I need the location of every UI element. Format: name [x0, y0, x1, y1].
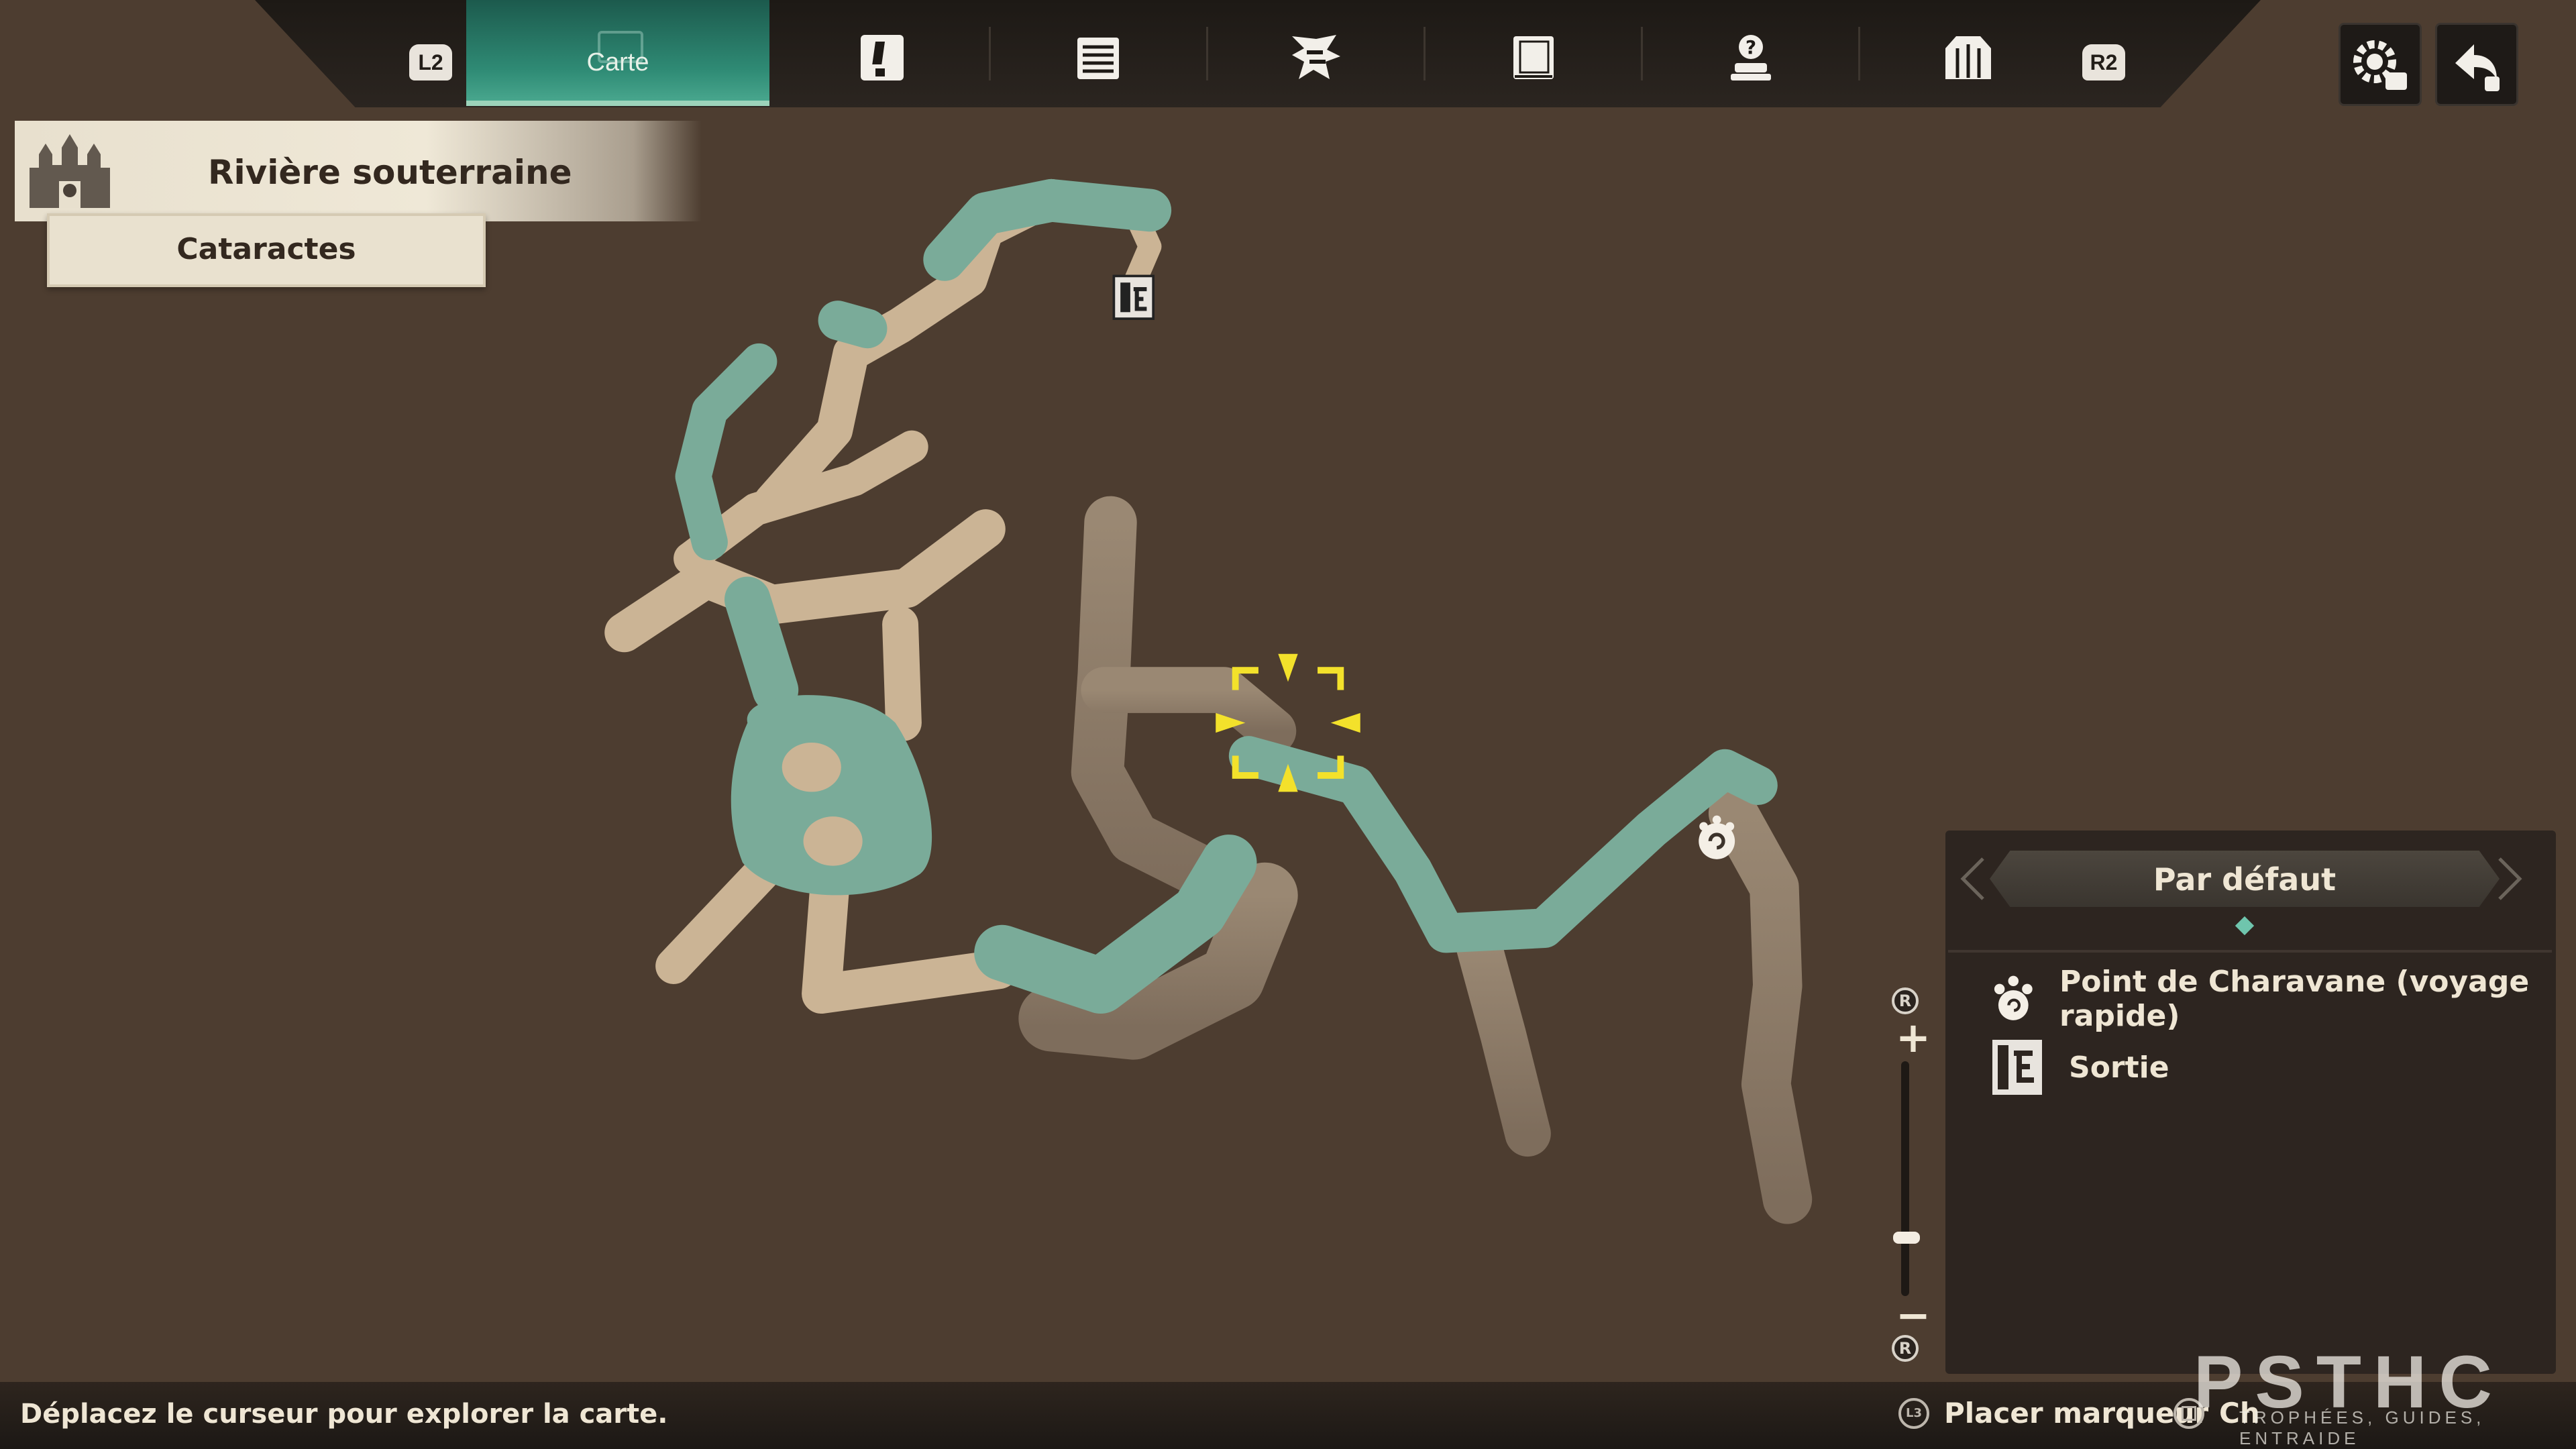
legend-item-label: Sortie	[2069, 1050, 2169, 1085]
exit-icon[interactable]	[1112, 274, 1155, 320]
tab-journal[interactable]	[1507, 31, 1560, 85]
monster-field-guide-icon	[1292, 35, 1340, 79]
r2-button[interactable]: R2	[2082, 44, 2125, 80]
l3-button-icon: L3	[1898, 1397, 1929, 1429]
tab-divider	[989, 27, 991, 80]
tab-divider	[1206, 27, 1208, 80]
zoom-slider-handle[interactable]	[1893, 1231, 1920, 1244]
zoom-out-stick-button[interactable]: R	[1892, 1335, 1919, 1362]
legend-item[interactable]: Sortie	[1986, 1037, 2169, 1097]
hint-icon: ?	[1731, 35, 1771, 80]
svg-text:?: ?	[1746, 36, 1756, 58]
legend-panel	[1945, 830, 2556, 1374]
return-icon	[2455, 44, 2500, 91]
tab-equipment[interactable]	[1941, 31, 1995, 85]
tab-monster-guide[interactable]	[1289, 31, 1343, 85]
notebook-icon	[1077, 38, 1119, 79]
legend-item-label: Point de Charavane (voyage rapide)	[2059, 965, 2530, 1033]
tab-divider	[1641, 27, 1643, 80]
quest-icon	[861, 35, 904, 80]
region-name: Rivière souterraine	[208, 153, 572, 192]
settings-icon	[2353, 40, 2407, 90]
tab-hint[interactable]: ?	[1724, 31, 1778, 85]
filter-prev-icon[interactable]	[1959, 856, 1986, 902]
journal-icon	[1513, 36, 1554, 79]
tab-quest[interactable]	[855, 31, 909, 85]
map-rock-island	[782, 742, 841, 792]
settings-button[interactable]	[2339, 23, 2422, 106]
zoom-in-stick-button[interactable]: R	[1892, 987, 1919, 1014]
tab-divider	[1858, 27, 1860, 80]
watermark-tagline: TROPHÉES, GUIDES, ENTRAIDE	[2239, 1407, 2485, 1448]
place-marker-action[interactable]: L3 Placer marqueur	[1898, 1397, 2208, 1430]
legend-item[interactable]: Point de Charavane (voyage rapide)	[1986, 965, 2576, 1033]
area-plate: Cataractes	[47, 213, 486, 287]
legend-divider	[1948, 950, 2552, 953]
l2-button[interactable]: L2	[409, 44, 452, 80]
explore-hint: Déplacez le curseur pour explorer la car…	[20, 1399, 668, 1430]
legend-filter-label: Par défaut	[2153, 861, 2337, 898]
area-name: Cataractes	[176, 232, 356, 266]
zoom-in-icon[interactable]: +	[1896, 1017, 1931, 1059]
tab-map-label: Carte	[586, 48, 649, 76]
tab-divider	[1424, 27, 1426, 80]
tab-map[interactable]: Carte	[466, 0, 769, 106]
return-button[interactable]	[2435, 23, 2518, 106]
zoom-slider[interactable]	[1901, 1061, 1909, 1296]
castle-icon	[30, 134, 110, 208]
legend-filter[interactable]: Par défaut	[1990, 851, 2500, 907]
filter-next-icon[interactable]	[2497, 856, 2524, 902]
tab-notebook[interactable]	[1072, 31, 1126, 85]
equipment-icon	[1945, 36, 1991, 79]
zoom-out-icon[interactable]: −	[1896, 1295, 1931, 1336]
place-marker-label: Placer marqueur	[1944, 1397, 2209, 1430]
exit-icon	[1992, 1040, 2042, 1095]
charavane-icon	[1994, 975, 2033, 1020]
map-rock-island	[803, 816, 863, 866]
